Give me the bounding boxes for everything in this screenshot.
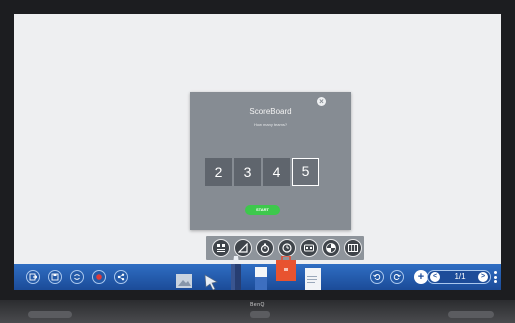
taskbar: + < 1/1 > bbox=[14, 255, 501, 290]
notes-icon[interactable] bbox=[305, 268, 321, 290]
front-port-middle bbox=[250, 311, 270, 318]
scoreboard-icon[interactable] bbox=[212, 239, 230, 257]
bezel-bottom: BenQ bbox=[0, 300, 515, 323]
stopwatch-icon[interactable] bbox=[256, 239, 274, 257]
prev-page-button[interactable]: < bbox=[430, 272, 440, 282]
screen-shade-icon[interactable] bbox=[344, 239, 362, 257]
team-option-4[interactable]: 4 bbox=[263, 158, 290, 186]
team-option-2[interactable]: 2 bbox=[205, 158, 232, 186]
undo-icon[interactable] bbox=[370, 270, 384, 284]
front-port-right bbox=[448, 311, 494, 318]
share-icon[interactable] bbox=[114, 270, 128, 284]
selector-icon[interactable] bbox=[202, 273, 222, 290]
pen-icon[interactable] bbox=[229, 256, 243, 290]
brand-logo: BenQ bbox=[250, 302, 265, 308]
dialog-subtitle: How many teams? bbox=[253, 122, 288, 127]
team-option-5[interactable]: 5 bbox=[292, 158, 319, 186]
start-button[interactable]: START bbox=[245, 205, 280, 215]
front-port-left bbox=[28, 311, 72, 318]
close-icon[interactable]: × bbox=[317, 97, 326, 106]
redo-icon[interactable] bbox=[390, 270, 404, 284]
page-indicator: 1/1 bbox=[454, 272, 466, 281]
scoreboard-dialog: × ScoreBoard How many teams? 2 3 4 5 STA… bbox=[190, 92, 351, 230]
team-option-3[interactable]: 3 bbox=[234, 158, 261, 186]
eraser-icon[interactable] bbox=[254, 267, 268, 290]
timer-icon[interactable] bbox=[278, 239, 296, 257]
sync-icon[interactable] bbox=[70, 270, 84, 284]
spinner-icon[interactable] bbox=[322, 239, 340, 257]
next-page-button[interactable]: > bbox=[478, 272, 488, 282]
vote-icon[interactable] bbox=[300, 239, 318, 257]
record-icon[interactable] bbox=[92, 270, 106, 284]
save-icon[interactable] bbox=[48, 270, 62, 284]
page-navigator: < 1/1 > bbox=[427, 270, 491, 284]
more-menu-icon[interactable] bbox=[494, 271, 497, 283]
add-page-button[interactable]: + bbox=[414, 270, 428, 284]
exit-icon[interactable] bbox=[26, 270, 40, 284]
dialog-title: ScoreBoard bbox=[249, 107, 292, 116]
whiteboard-screen[interactable]: × ScoreBoard How many teams? 2 3 4 5 STA… bbox=[14, 14, 501, 290]
protractor-icon[interactable] bbox=[234, 239, 252, 257]
toolbox-icon[interactable] bbox=[276, 255, 296, 286]
background-icon[interactable] bbox=[176, 274, 192, 290]
